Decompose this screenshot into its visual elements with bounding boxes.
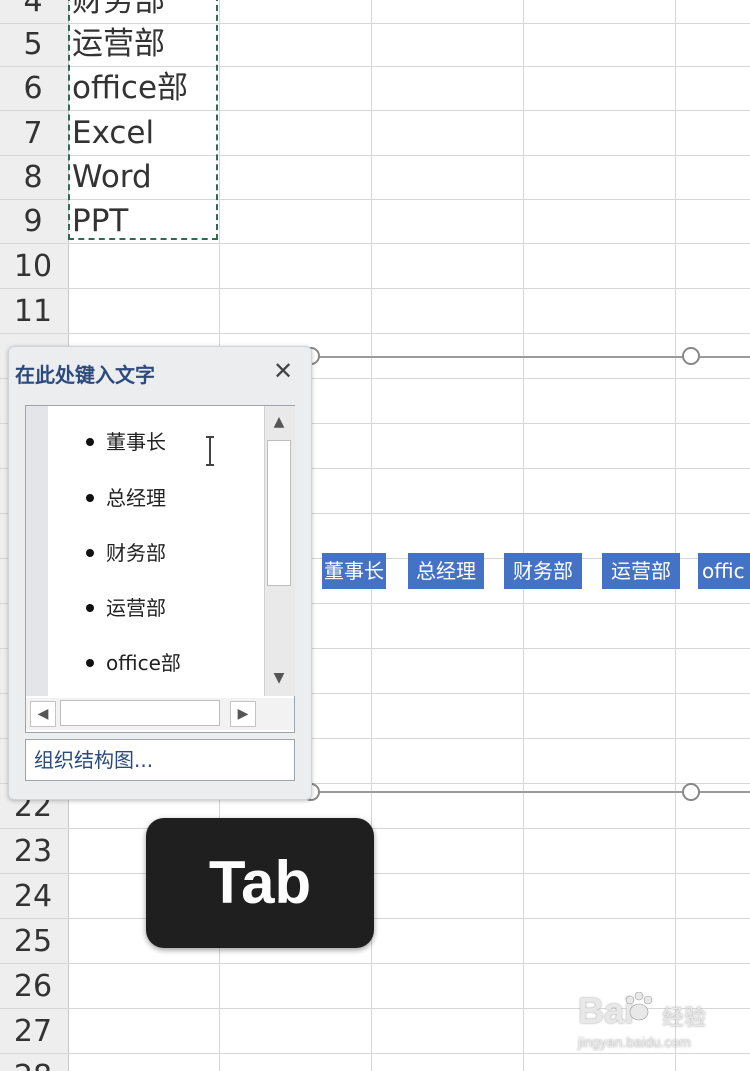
horizontal-scrollbar[interactable]: ◀ ▶ [26,698,294,730]
bullet-icon [86,548,94,557]
bullet-icon [86,493,94,502]
row-number[interactable]: 9 [0,199,66,244]
bullet-item[interactable]: 运营部 [86,592,166,621]
bullet-text: 董事长 [106,430,166,454]
bullet-item[interactable]: 财务部 [86,537,166,566]
scroll-down-icon[interactable]: ▼ [266,666,292,692]
text-pane: 在此处键入文字 ✕ 董事长 总经理 财务部 运营部 office部 ▲ ▼ ◀ … [8,346,312,800]
paw-icon [625,992,653,1021]
row-number[interactable]: 26 [0,964,66,1009]
sheet-row[interactable]: 25 [0,919,750,964]
smartart-node[interactable]: 总经理 [408,553,484,589]
resize-handle[interactable] [682,347,700,365]
watermark: Bai 经验 jingyan.baidu.com [578,990,718,1060]
sheet-row[interactable]: 24 [0,874,750,919]
bullet-item[interactable]: 董事长 [86,426,166,455]
bullet-text: office部 [106,651,181,675]
bullet-text: 财务部 [106,541,166,565]
text-pane-editor[interactable]: 董事长 总经理 财务部 运营部 office部 ▲ ▼ ◀ ▶ [25,405,295,733]
row-number[interactable]: 10 [0,244,66,289]
sheet-row[interactable]: 23 [0,829,750,874]
smartart-node[interactable]: offic [698,553,750,589]
watermark-name: 经验 [662,1005,707,1030]
scroll-up-icon[interactable]: ▲ [266,410,292,436]
row-number[interactable]: 23 [0,829,66,874]
scroll-right-icon[interactable]: ▶ [230,701,256,727]
bullet-icon [86,658,94,667]
key-overlay: Tab [146,818,374,948]
text-pane-title: 在此处键入文字 [15,363,155,387]
row-number[interactable]: 5 [0,22,66,67]
close-icon[interactable]: ✕ [273,359,293,383]
sheet-row[interactable]: 11 [0,289,750,334]
text-cursor-icon [206,436,214,466]
row-number[interactable]: 6 [0,66,66,111]
vertical-scrollbar[interactable]: ▲ ▼ [264,406,295,696]
bullet-item[interactable]: 总经理 [86,482,166,511]
key-label: Tab [208,849,312,916]
bullet-text: 总经理 [106,486,166,510]
bullet-icon [86,437,94,446]
scroll-thumb[interactable] [60,700,220,726]
row-number[interactable]: 24 [0,874,66,919]
watermark-url: jingyan.baidu.com [578,1034,691,1050]
row-number[interactable]: 11 [0,289,66,334]
resize-handle[interactable] [682,783,700,801]
bullet-item[interactable]: office部 [86,647,181,676]
row-number[interactable]: 8 [0,155,66,200]
scroll-left-icon[interactable]: ◀ [30,701,56,727]
row-number[interactable]: 25 [0,919,66,964]
row-number[interactable]: 28 [0,1054,66,1071]
bullet-icon [86,603,94,612]
row-number[interactable]: 7 [0,111,66,156]
sheet-row[interactable]: 10 [0,244,750,289]
smartart-node[interactable]: 财务部 [504,553,582,589]
editor-gutter [26,406,48,696]
org-chart-button[interactable]: 组织结构图... [25,739,295,781]
smartart-node[interactable]: 运营部 [602,553,680,589]
row-number[interactable]: 27 [0,1009,66,1054]
bullet-text: 运营部 [106,596,166,620]
scroll-thumb[interactable] [267,440,291,586]
smartart-node[interactable]: 董事长 [322,553,386,589]
copy-marquee [68,0,218,240]
row-number[interactable]: 4 [0,0,66,24]
